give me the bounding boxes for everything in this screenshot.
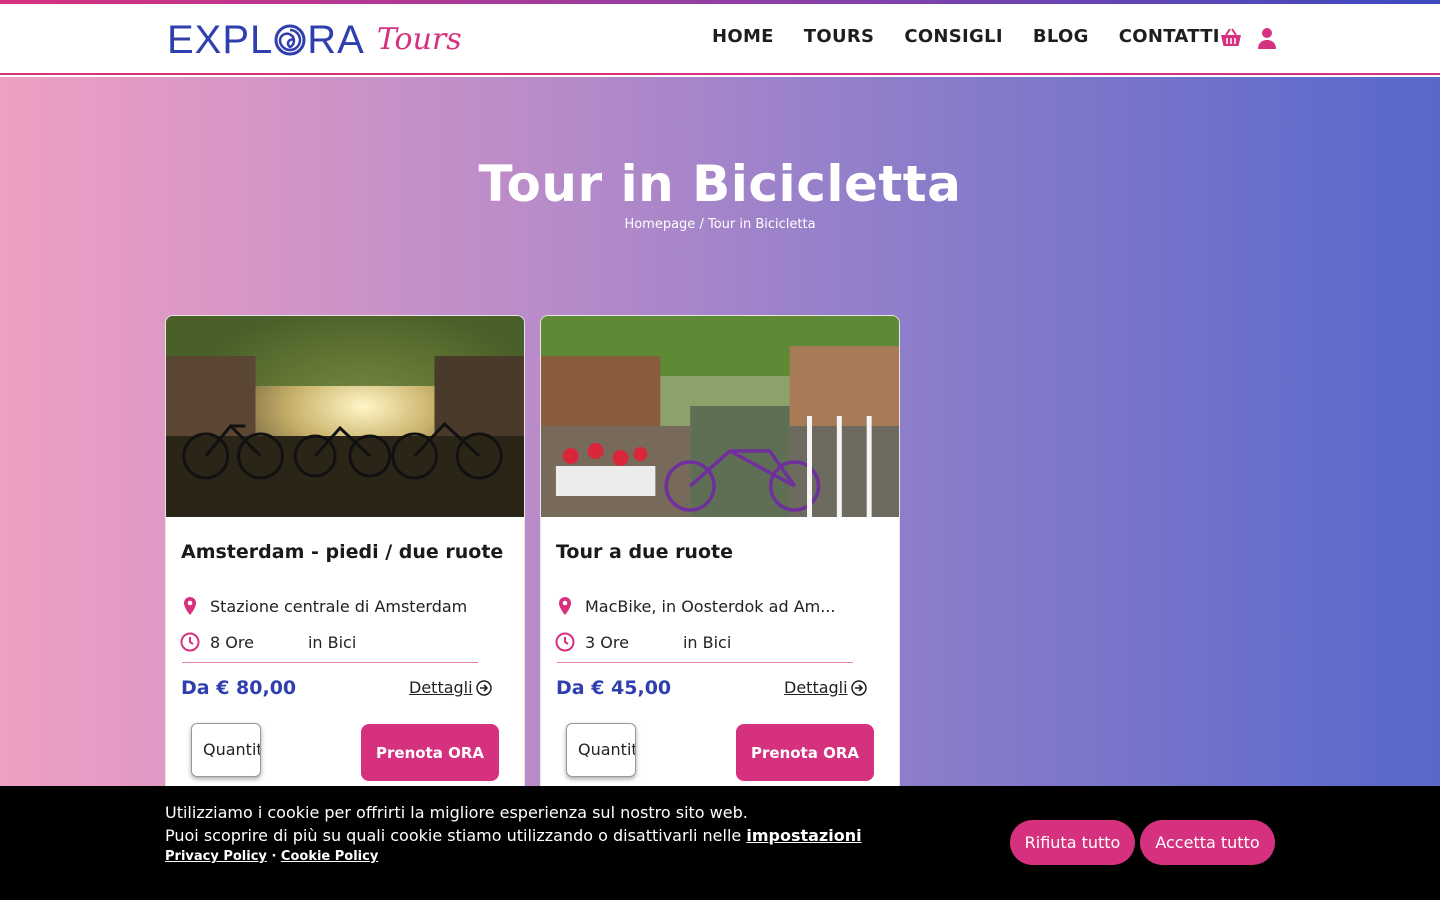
privacy-policy-link[interactable]: Privacy Policy [165, 849, 267, 864]
logo-text-right: RA [307, 18, 365, 62]
tour-price: Da € 80,00 [181, 677, 297, 699]
quantity-input[interactable]: Quantità [191, 723, 261, 777]
nav-tours[interactable]: TOURS [804, 26, 875, 47]
breadcrumb: Homepage / Tour in Bicicletta [0, 217, 1440, 232]
cookie-settings-link[interactable]: impostazioni [746, 826, 861, 845]
reject-all-button[interactable]: Rifiuta tutto [1010, 820, 1135, 865]
logo-script-text: Tours [376, 22, 462, 57]
tour-title[interactable]: Amsterdam - piedi / due ruote [181, 541, 503, 563]
cookie-line-1: Utilizziamo i cookie per offrirti la mig… [165, 803, 748, 822]
tour-duration-text: 8 Ore [210, 632, 254, 652]
nav-blog[interactable]: BLOG [1033, 26, 1089, 47]
location-pin-icon [559, 597, 571, 615]
accept-all-button[interactable]: Accetta tutto [1140, 820, 1275, 865]
details-link[interactable]: Dettagli [409, 678, 492, 697]
breadcrumb-current: Tour in Bicicletta [707, 217, 816, 232]
tour-location: MacBike, in Oosterdok ad Am... [555, 596, 835, 616]
tour-location-text: Stazione centrale di Amsterdam [210, 596, 468, 616]
tour-card: Amsterdam - piedi / due ruote Stazione c… [165, 315, 525, 835]
tour-location-text: MacBike, in Oosterdok ad Am... [585, 596, 836, 616]
clock-icon [555, 632, 575, 652]
details-link[interactable]: Dettagli [784, 678, 867, 697]
cookie-line-2-text: Puoi scoprire di più su quali cookie sti… [165, 826, 742, 845]
user-icon[interactable] [1255, 26, 1279, 50]
main-nav: HOME TOURS CONSIGLI BLOG CONTATTI [712, 26, 1220, 47]
tour-mode-text: in Bici [682, 632, 732, 652]
breadcrumb-separator: / [699, 217, 704, 232]
tour-title[interactable]: Tour a due ruote [556, 541, 733, 563]
tour-image-canal-bike[interactable] [541, 316, 899, 517]
cookie-policy-link[interactable]: Cookie Policy [281, 849, 378, 864]
tour-price: Da € 45,00 [556, 677, 672, 699]
arrow-circle-right-icon [850, 679, 867, 696]
cookie-message: Utilizziamo i cookie per offrirti la mig… [165, 801, 862, 847]
breadcrumb-home[interactable]: Homepage [624, 217, 695, 232]
cookie-policy-links: Privacy Policy · Cookie Policy [165, 849, 378, 864]
logo[interactable]: EXPL RA Tours [167, 18, 462, 62]
site-header: EXPL RA Tours HOME TOURS CONSIGLI BLOG C… [0, 4, 1440, 75]
details-label: Dettagli [409, 678, 473, 697]
cookie-consent-bar: Utilizziamo i cookie per offrirti la mig… [0, 786, 1440, 900]
logo-wordmark: EXPL RA [167, 18, 365, 62]
nav-consigli[interactable]: CONSIGLI [904, 26, 1003, 47]
tour-duration: 8 Ore in Bici [180, 632, 356, 652]
logo-text-left: EXPL [167, 18, 274, 62]
tour-location: Stazione centrale di Amsterdam [180, 596, 467, 616]
details-label: Dettagli [784, 678, 848, 697]
location-pin-icon [184, 597, 196, 615]
book-now-button[interactable]: Prenota ORA [361, 724, 499, 781]
spiral-logo-icon [274, 24, 306, 56]
arrow-circle-right-icon [475, 679, 492, 696]
book-now-button[interactable]: Prenota ORA [736, 724, 874, 781]
cookie-line-2: Puoi scoprire di più su quali cookie sti… [165, 824, 862, 847]
policy-separator: · [271, 849, 277, 864]
card-divider [557, 662, 853, 663]
nav-home[interactable]: HOME [712, 26, 774, 47]
tour-mode-text: in Bici [307, 632, 357, 652]
header-icons [1219, 26, 1279, 50]
clock-icon [180, 632, 200, 652]
card-divider [182, 662, 478, 663]
tour-duration-text: 3 Ore [585, 632, 629, 652]
page-title: Tour in Bicicletta [478, 155, 962, 213]
nav-contatti[interactable]: CONTATTI [1119, 26, 1220, 47]
basket-icon[interactable] [1219, 26, 1243, 50]
tour-duration: 3 Ore in Bici [555, 632, 731, 652]
tour-card: Tour a due ruote MacBike, in Oosterdok a… [540, 315, 900, 835]
hero-section: Tour in Bicicletta Homepage / Tour in Bi… [0, 77, 1440, 900]
quantity-input[interactable]: Quantità [566, 723, 636, 777]
tour-image-amsterdam-bikes[interactable] [166, 316, 524, 517]
